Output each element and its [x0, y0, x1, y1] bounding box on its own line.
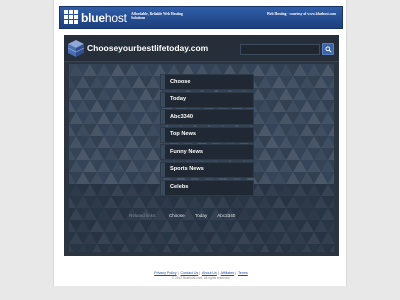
related-link-abc3340[interactable]: Abc3340 — [217, 213, 235, 218]
link-label: Today — [170, 96, 187, 103]
search-button[interactable] — [322, 43, 334, 55]
link-celebs[interactable]: Celebs — [160, 179, 254, 196]
link-label: Funny News — [170, 148, 203, 155]
link-label: Sports News — [170, 166, 204, 173]
footer-link-contact[interactable]: Contact Us — [181, 271, 199, 275]
link-label: Top News — [170, 131, 197, 138]
footer-link-terms[interactable]: Terms — [238, 271, 248, 275]
link-top-news[interactable]: Top News — [160, 126, 254, 143]
link-funny-news[interactable]: Funny News — [160, 144, 254, 161]
brand-bold: blue — [81, 11, 105, 25]
related-link-choose[interactable]: Choose — [169, 213, 185, 218]
page-container: bluehost Affordable, Reliable Web Hostin… — [53, 0, 347, 286]
bluehost-banner[interactable]: bluehost Affordable, Reliable Web Hostin… — [59, 6, 343, 29]
footer-link-about[interactable]: About Us — [202, 271, 217, 275]
link-today[interactable]: Today — [160, 91, 254, 108]
panel-header: Chooseyourbestlifetoday.com — [64, 35, 339, 62]
copyright-text: © 2012 Bluehost.com. All rights reserved… — [171, 276, 231, 280]
related-links: Related links: Choose Today Abc3340 — [129, 213, 244, 218]
brand-rest: host — [104, 11, 127, 25]
footer-links: Privacy Policy| Contact Us| About Us| Af… — [154, 271, 248, 275]
related-link-today[interactable]: Today — [195, 213, 207, 218]
search-icon — [324, 45, 332, 53]
link-label: Celebs — [170, 184, 189, 191]
bluehost-brand: bluehost — [81, 11, 127, 25]
bluehost-tagline: Affordable, Reliable Web Hosting Solutio… — [131, 12, 183, 21]
domain-panel: Chooseyourbestlifetoday.com Choose Today… — [64, 35, 339, 256]
footer-link-affiliates[interactable]: Affiliates — [221, 271, 235, 275]
site-title: Chooseyourbestlifetoday.com — [87, 43, 209, 53]
link-label: Choose — [170, 78, 191, 85]
bluehost-courtesy-text: Web Hosting - courtesy of www.bluehost.c… — [266, 12, 336, 16]
bluehost-logo-icon — [64, 10, 78, 25]
link-label: Abc3340 — [170, 113, 194, 120]
link-abc3340[interactable]: Abc3340 — [160, 109, 254, 126]
panel-body: Choose Today Abc3340 Top News Funny News… — [69, 64, 334, 252]
link-choose[interactable]: Choose — [160, 74, 254, 90]
search-input[interactable] — [240, 44, 320, 55]
related-links-label: Related links: — [129, 213, 157, 218]
cube-logo-icon — [68, 40, 84, 57]
link-sports-news[interactable]: Sports News — [160, 161, 254, 178]
link-list: Choose Today Abc3340 Top News Funny News… — [160, 74, 257, 197]
footer-link-privacy[interactable]: Privacy Policy — [154, 271, 176, 275]
